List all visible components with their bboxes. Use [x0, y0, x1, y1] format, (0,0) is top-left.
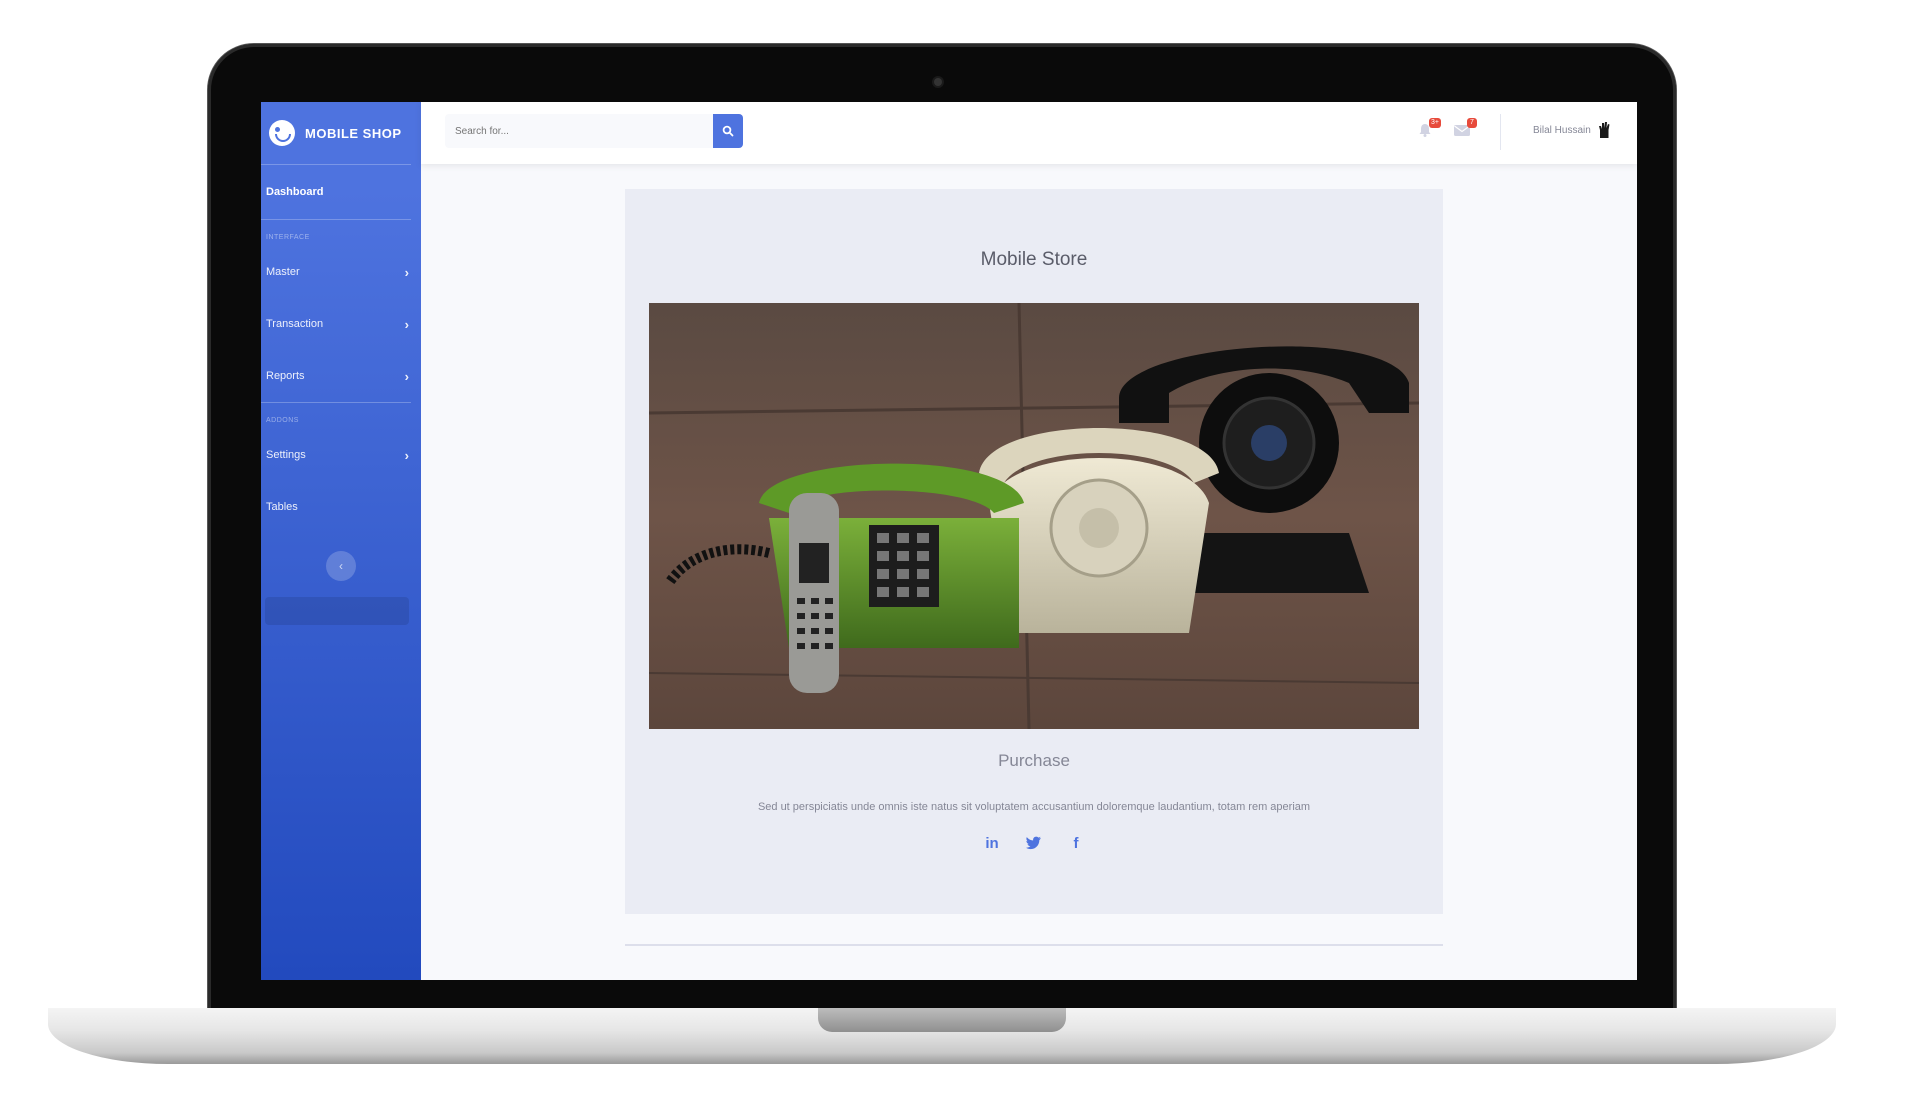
sidebar: MOBILE SHOP Dashboard INTERFACE Master ›…: [261, 102, 421, 980]
user-name[interactable]: Bilal Hussain: [1533, 125, 1591, 136]
card-description: Sed ut perspiciatis unde omnis iste natu…: [757, 801, 1311, 813]
screen: MOBILE SHOP Dashboard INTERFACE Master ›…: [261, 102, 1637, 980]
card-title: Mobile Store: [980, 249, 1088, 270]
topbar-divider: [1500, 114, 1501, 150]
webcam: [934, 78, 942, 86]
sidebar-item-label: Settings: [266, 449, 306, 461]
facebook-icon[interactable]: f: [1066, 833, 1086, 853]
vintage-telephones-image: [649, 303, 1419, 729]
sidebar-item-reports[interactable]: Reports ›: [261, 350, 421, 402]
sidebar-item-dashboard[interactable]: Dashboard: [261, 165, 421, 219]
search-icon: [722, 125, 734, 137]
sidebar-item-tables[interactable]: Tables: [261, 481, 421, 533]
search-form: [445, 114, 743, 148]
sidebar-heading-addons: ADDONS: [266, 417, 299, 424]
chevron-right-icon: ›: [404, 368, 409, 384]
topbar: 3+ 7 Bilal Hussain: [421, 102, 1637, 164]
social-links: in f: [625, 833, 1443, 853]
chevron-right-icon: ›: [404, 264, 409, 280]
product-card: Mobile Store Purchase Sed ut perspiciati…: [625, 189, 1443, 914]
chevron-left-icon: ‹: [339, 559, 343, 573]
sidebar-item-transaction[interactable]: Transaction ›: [261, 298, 421, 350]
messages-button[interactable]: 7: [1453, 118, 1477, 142]
sidebar-card: [265, 597, 409, 625]
alerts-badge: 3+: [1429, 118, 1441, 128]
smile-logo-icon: [269, 120, 295, 146]
sidebar-item-label: Master: [266, 266, 300, 278]
content-divider: [625, 944, 1443, 946]
brand-text: MOBILE SHOP: [305, 125, 402, 141]
sidebar-heading-interface: INTERFACE: [266, 234, 310, 241]
chevron-right-icon: ›: [404, 316, 409, 332]
alerts-button[interactable]: 3+: [1417, 118, 1441, 142]
laptop-notch: [818, 1008, 1066, 1032]
chevron-right-icon: ›: [404, 447, 409, 463]
sidebar-toggle-button[interactable]: ‹: [326, 551, 356, 581]
sidebar-item-label: Reports: [266, 370, 305, 382]
sidebar-item-master[interactable]: Master ›: [261, 246, 421, 298]
search-button[interactable]: [713, 114, 743, 148]
avatar[interactable]: [1596, 120, 1612, 140]
sidebar-item-label: Transaction: [266, 318, 324, 330]
messages-badge: 7: [1467, 118, 1477, 128]
sidebar-item-label: Tables: [266, 501, 298, 513]
twitter-icon[interactable]: [1024, 833, 1044, 853]
sidebar-item-label: Dashboard: [266, 186, 324, 198]
twitter-bird-icon: [1026, 836, 1041, 850]
card-subtitle: Purchase: [998, 751, 1070, 770]
sidebar-item-settings[interactable]: Settings ›: [261, 429, 421, 481]
sidebar-brand[interactable]: MOBILE SHOP: [261, 102, 421, 164]
search-input[interactable]: [445, 114, 713, 148]
linkedin-icon[interactable]: in: [982, 833, 1002, 853]
